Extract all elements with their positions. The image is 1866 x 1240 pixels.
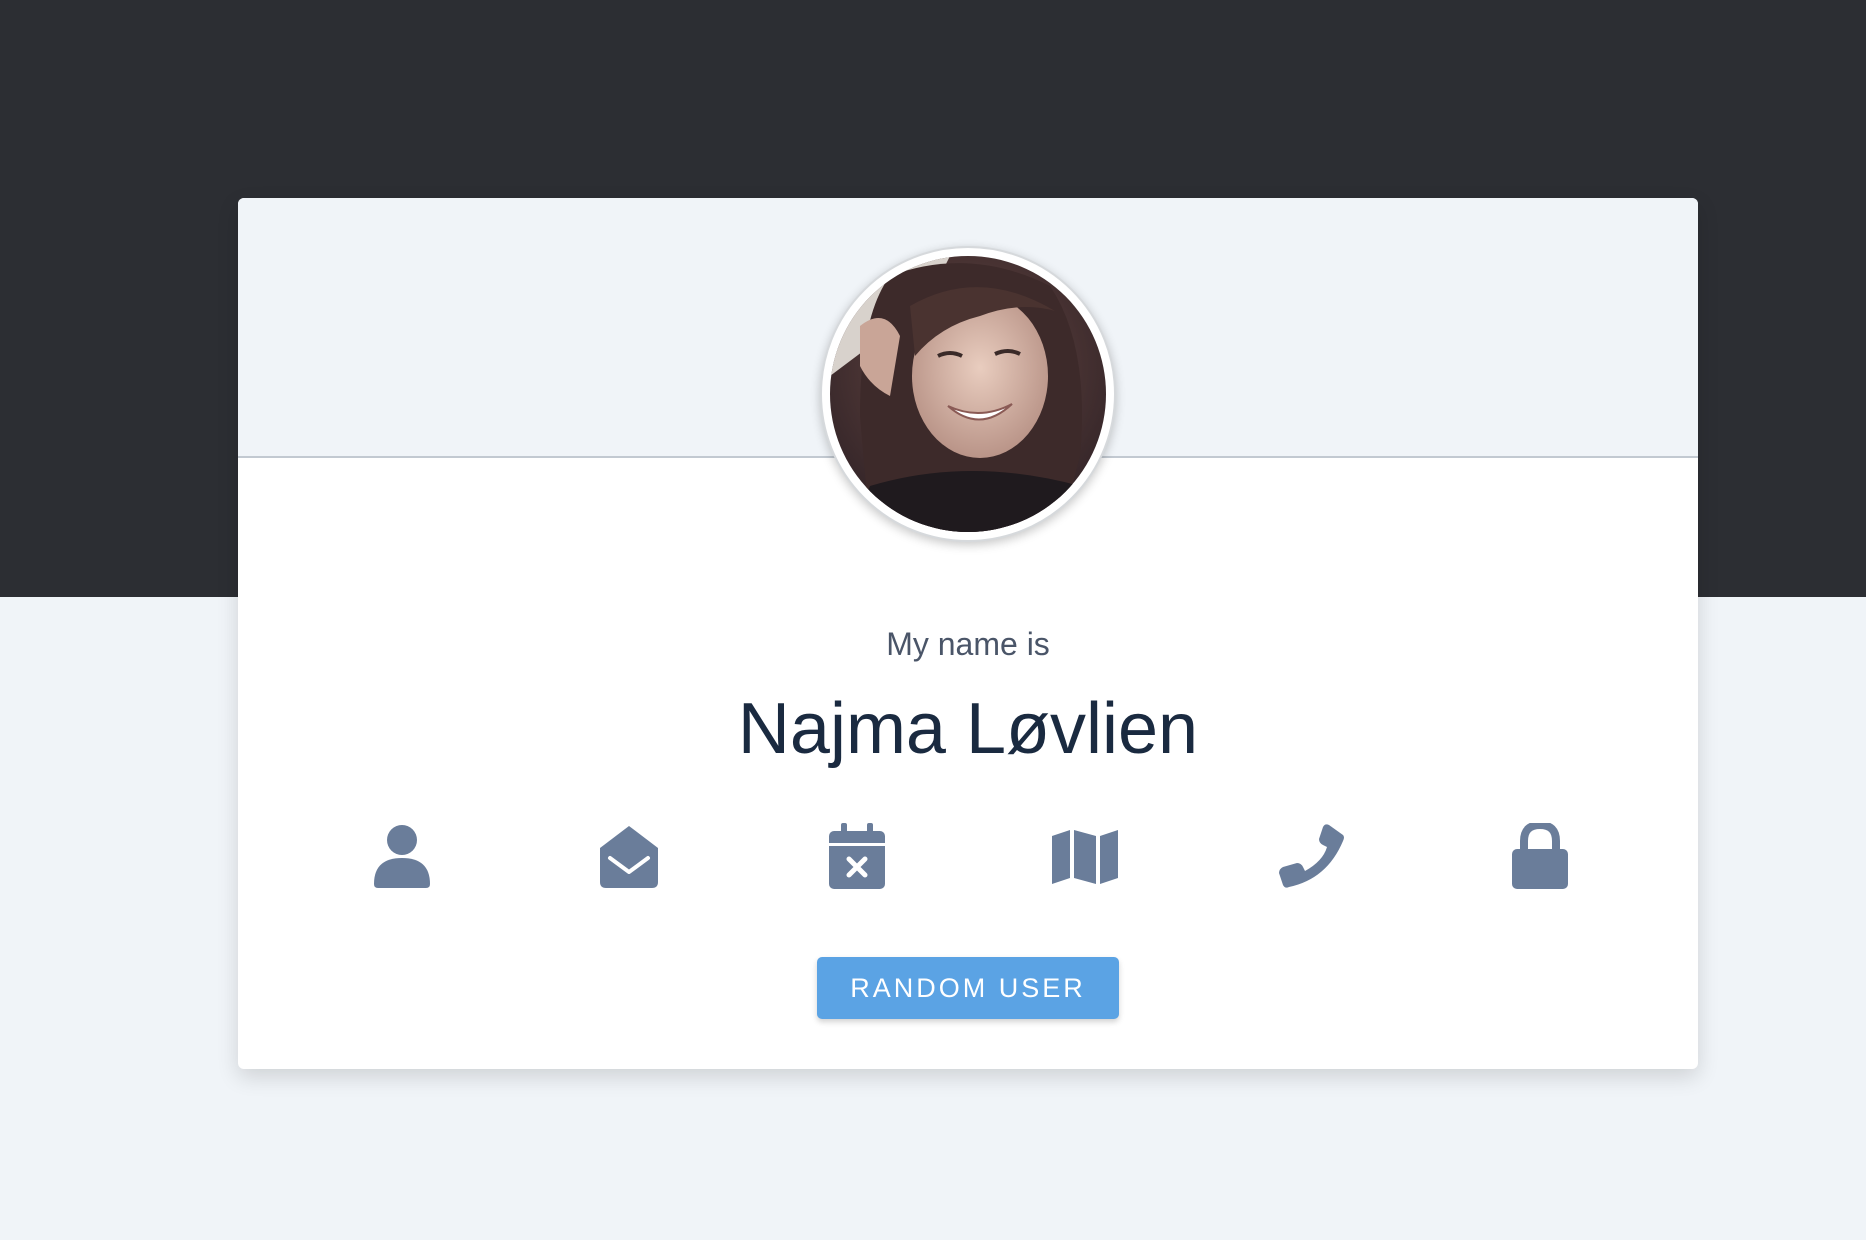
intro-text: My name is <box>886 626 1050 662</box>
user-card: My name is Najma Løvlien RANDOM USER <box>238 198 1698 1069</box>
envelope-open-icon[interactable] <box>589 820 669 892</box>
calendar-x-icon[interactable] <box>817 820 897 892</box>
random-user-button[interactable]: RANDOM USER <box>817 957 1119 1019</box>
user-name: Najma Løvlien <box>737 689 1199 769</box>
avatar <box>820 246 1116 542</box>
lock-icon[interactable] <box>1500 820 1580 892</box>
phone-icon[interactable] <box>1272 820 1352 892</box>
map-icon[interactable] <box>1045 820 1125 892</box>
info-icon-row <box>238 820 1698 892</box>
user-icon[interactable] <box>362 820 442 892</box>
avatar-photo <box>830 256 1106 532</box>
